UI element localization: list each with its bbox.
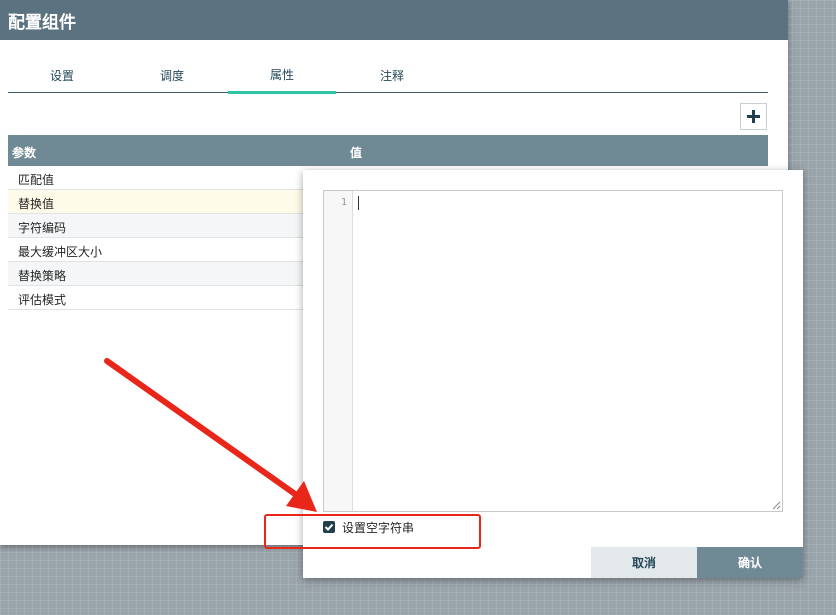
confirm-button[interactable]: 确认 <box>697 547 803 578</box>
cancel-button[interactable]: 取消 <box>591 547 697 578</box>
resize-grip-icon[interactable] <box>772 501 781 510</box>
row-label: 匹配值 <box>18 173 55 187</box>
row-label: 最大缓冲区大小 <box>18 245 103 259</box>
set-empty-string-checkbox[interactable]: 设置空字符串 <box>323 519 414 535</box>
checkbox[interactable] <box>323 521 335 533</box>
tab-settings[interactable]: 设置 <box>8 58 116 93</box>
tab-comments[interactable]: 注释 <box>338 58 446 93</box>
dialog-title: 配置组件 <box>8 12 76 33</box>
value-code-editor[interactable]: 1 <box>323 190 783 512</box>
empty-string-label: 设置空字符串 <box>342 520 415 535</box>
row-label: 替换策略 <box>18 269 67 283</box>
row-label: 替换值 <box>18 197 55 211</box>
add-property-button[interactable] <box>740 103 767 130</box>
tab-scheduling[interactable]: 调度 <box>118 58 226 93</box>
column-header-parameter: 参数 <box>12 146 37 160</box>
check-icon <box>324 523 334 531</box>
dialog-header: 配置组件 <box>0 0 788 40</box>
line-number-gutter: 1 <box>324 191 353 511</box>
line-number: 1 <box>340 197 347 208</box>
column-header-value: 值 <box>350 146 363 160</box>
tab-properties[interactable]: 属性 <box>228 58 336 94</box>
row-label: 评估模式 <box>18 293 67 307</box>
table-header: 参数 值 <box>8 135 768 166</box>
text-caret <box>358 196 359 210</box>
row-label: 字符编码 <box>18 221 67 235</box>
value-editor-popup: 1 设置空字符串 取消 确认 <box>303 170 803 578</box>
plus-icon <box>747 110 760 123</box>
tab-bar: 设置 调度 属性 注释 <box>8 58 768 94</box>
